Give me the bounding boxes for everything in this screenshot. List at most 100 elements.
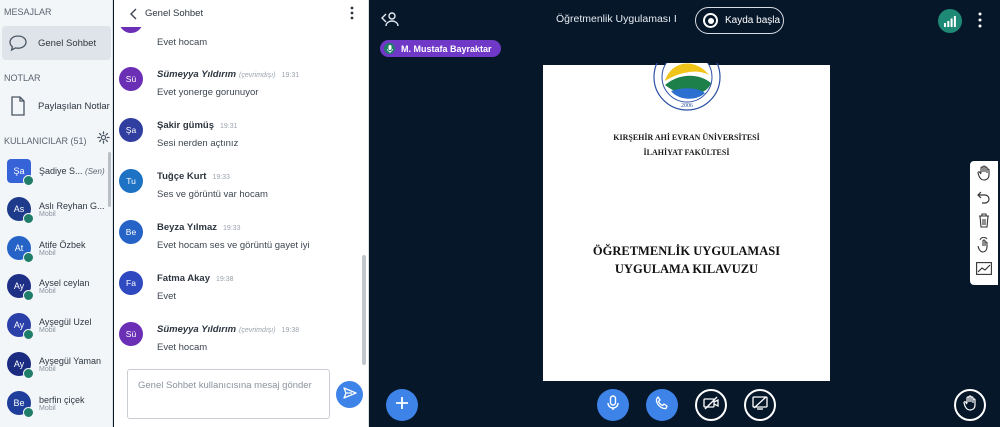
- user-list-panel: MESAJLAR Genel Sohbet NOTLAR Paylaşılan …: [0, 0, 113, 427]
- user-row[interactable]: Be berfin çiçek Mobil: [0, 384, 108, 422]
- user-name: Şadiye S... (Sen): [39, 166, 105, 176]
- multi-user-whiteboard-button[interactable]: [970, 235, 998, 259]
- user-device: Mobil: [39, 404, 56, 412]
- user-row[interactable]: Ay Aysel ceylan Mobil: [0, 267, 108, 305]
- avatar: Şa: [7, 159, 34, 186]
- hand-tool-button[interactable]: [970, 163, 998, 187]
- message-text: Evet hocam ses ve görüntü gayet iyi: [157, 240, 310, 251]
- mic-status-icon: [23, 368, 34, 379]
- presentation-download-button[interactable]: [970, 259, 998, 283]
- public-chat-link[interactable]: Genel Sohbet: [2, 26, 111, 60]
- avatar: Be: [119, 220, 143, 244]
- user-row[interactable]: Ay Ayşegül Uzel Mobil: [0, 306, 108, 344]
- mic-status-icon: [23, 407, 34, 418]
- user-row[interactable]: As Aslı Reyhan G... Mobil: [0, 190, 108, 228]
- phone-icon: [655, 395, 669, 415]
- messages-section-title: MESAJLAR: [4, 7, 52, 17]
- user-device: Mobil: [39, 365, 56, 373]
- message-time: 19:31: [281, 72, 300, 79]
- chat-header: Genel Sohbet: [114, 0, 369, 27]
- mute-button[interactable]: [597, 389, 629, 421]
- send-icon: [342, 386, 357, 404]
- user-name: Aslı Reyhan G...: [39, 200, 105, 211]
- leave-audio-button[interactable]: [646, 389, 678, 421]
- microphone-icon: [384, 43, 395, 54]
- record-button[interactable]: Kayda başla: [695, 7, 784, 34]
- mic-status-icon: [23, 175, 34, 186]
- user-row[interactable]: Şa Şadiye S... (Sen): [0, 152, 108, 190]
- message-time: 19:33: [223, 225, 241, 232]
- chat-message-list: Evet hocam Sü Sümeyya Yıldırım (çevrimdış…: [114, 27, 369, 365]
- message-sender: Tuğçe Kurt: [157, 171, 207, 182]
- users-scrollbar[interactable]: [108, 152, 111, 207]
- offline-status: (çevrimdışı): [239, 72, 276, 79]
- send-button[interactable]: [336, 381, 363, 408]
- user-device: Mobil: [39, 249, 56, 257]
- offline-status: (çevrimdışı): [239, 327, 276, 334]
- avatar: Be: [7, 391, 34, 418]
- shared-notes-link[interactable]: Paylaşılan Notlar: [2, 89, 111, 123]
- shared-notes-label: Paylaşılan Notlar: [38, 100, 110, 112]
- slide-title-line-2: UYGULAMA KILAVUZU: [614, 262, 759, 276]
- share-webcam-button[interactable]: [695, 389, 727, 421]
- share-screen-button[interactable]: [744, 389, 776, 421]
- user-row[interactable]: Ay Ayşegül Yaman Mobil: [0, 345, 108, 383]
- message-time: 19:38: [281, 327, 300, 334]
- presenter-badge: M. Mustafa Bayraktar: [380, 40, 501, 57]
- trash-icon: [978, 213, 990, 233]
- user-name: Ayşegül Uzel: [39, 316, 92, 327]
- undo-icon: [977, 190, 991, 209]
- presentation-slide: 2006 KIRŞEHİR AHİ EVRAN ÜNİVERSİTESİ İLA…: [543, 43, 830, 381]
- public-chat-label: Genel Sohbet: [38, 37, 97, 49]
- message-sender: Fatma Akay: [157, 273, 210, 284]
- user-device: Mobil: [39, 287, 56, 295]
- users-header: KULLANICILAR (51): [0, 131, 112, 146]
- avatar: Ay: [7, 352, 34, 379]
- connection-status-icon[interactable]: [938, 9, 962, 33]
- user-name: Atife Özbek: [39, 239, 86, 250]
- screen-share-off-icon: [752, 395, 768, 415]
- slide-faculty: İLAHİYAT FAKÜLTESİ: [643, 148, 730, 157]
- user-device: Mobil: [39, 210, 56, 218]
- chat-title[interactable]: Genel Sohbet: [145, 8, 203, 19]
- user-name: Ayşegül Yaman: [39, 355, 102, 366]
- video-off-icon: [703, 396, 719, 415]
- user-list-toggle-icon[interactable]: [381, 11, 399, 27]
- hand-icon: [977, 164, 991, 186]
- message-time: 19:31: [220, 123, 238, 130]
- avatar: Sü: [119, 322, 143, 346]
- message-time: 19:33: [212, 174, 230, 181]
- mic-status-icon: [23, 290, 34, 301]
- chevron-left-icon[interactable]: [129, 7, 139, 20]
- user-name: berfin çiçek: [39, 394, 85, 405]
- svg-text:2006: 2006: [681, 103, 693, 109]
- chat-icon: [5, 30, 31, 56]
- avatar: Sü: [119, 67, 143, 91]
- more-options-icon[interactable]: [977, 12, 983, 28]
- chat-scrollbar[interactable]: [362, 255, 366, 365]
- user-name: Aysel ceylan: [39, 277, 90, 288]
- microphone-icon: [607, 394, 619, 416]
- avatar: [119, 27, 143, 33]
- undo-button[interactable]: [970, 187, 998, 211]
- actions-button[interactable]: [386, 389, 418, 421]
- avatar: As: [7, 197, 34, 224]
- avatar: Tu: [119, 169, 143, 193]
- clear-annotations-button[interactable]: [970, 211, 998, 235]
- user-row[interactable]: At Atife Özbek Mobil: [0, 229, 108, 267]
- message-text: Evet yonerge gorunuyor: [157, 87, 259, 98]
- gear-icon[interactable]: [97, 131, 110, 144]
- document-icon: [5, 93, 31, 119]
- message-sender: Sümeyya Yıldırım: [157, 324, 237, 335]
- university-seal-logo: 2006: [651, 43, 723, 113]
- chart-icon: [976, 262, 992, 280]
- presentation-area: Öğretmenlik Uygulaması I Kayda başla M. …: [370, 0, 1000, 427]
- chat-message-input[interactable]: Genel Sohbet kullanıcısına mesaj gönder: [127, 369, 330, 419]
- raise-hand-button[interactable]: [954, 389, 986, 421]
- more-options-icon[interactable]: [349, 6, 355, 20]
- message-text: Evet: [157, 291, 177, 302]
- raise-hand-icon: [963, 394, 977, 416]
- mic-status-icon: [23, 252, 34, 263]
- avatar: Şa: [119, 118, 143, 142]
- chat-panel: Genel Sohbet Evet hocam Sü Sümeyya Yıldı…: [114, 0, 369, 427]
